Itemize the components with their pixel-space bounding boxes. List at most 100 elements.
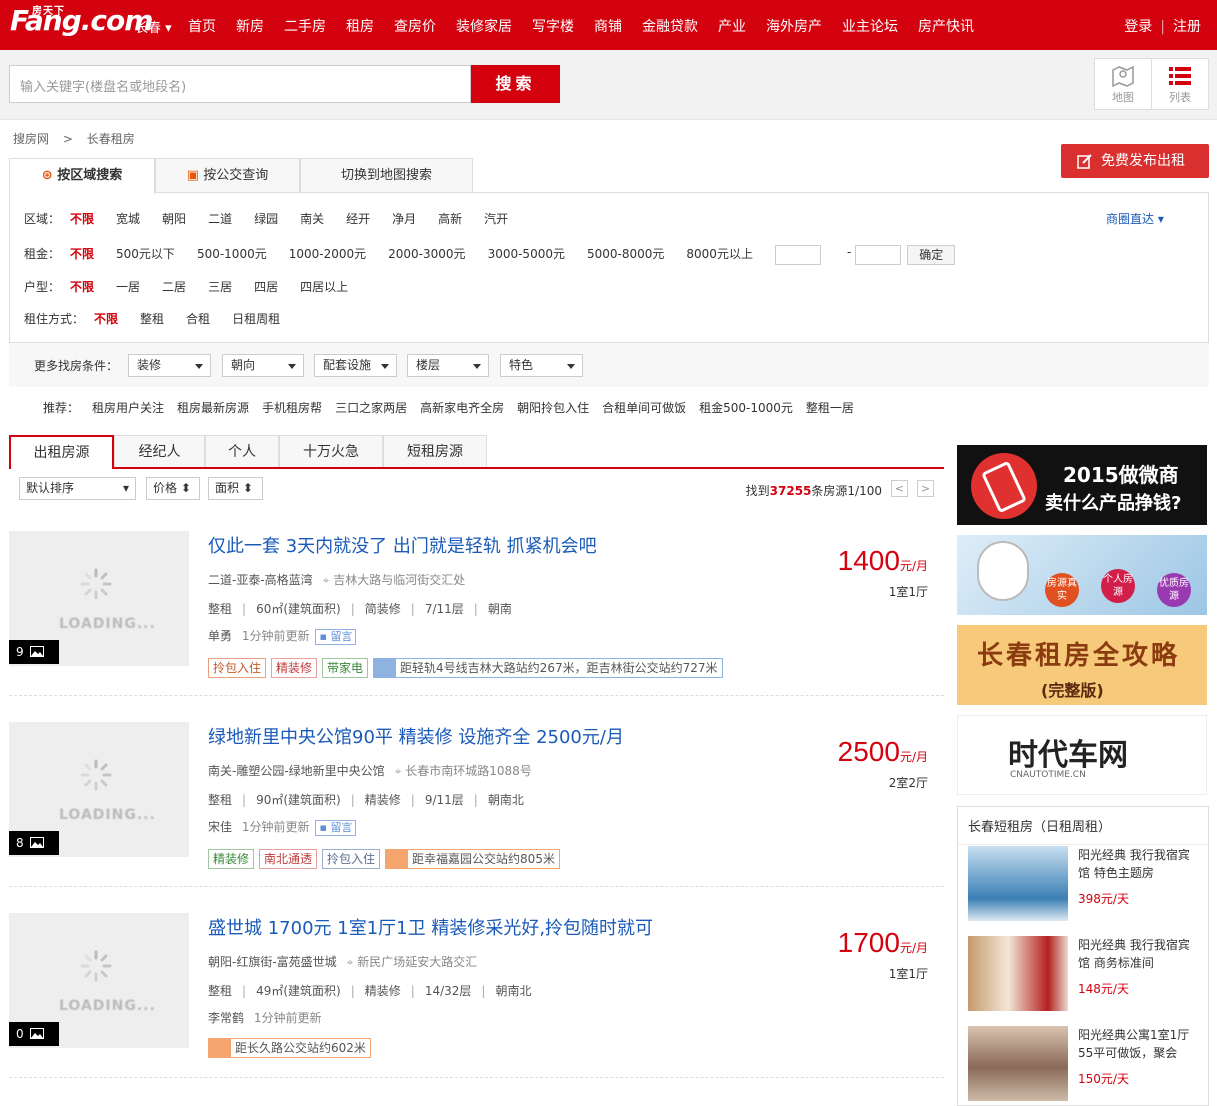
listing-title[interactable]: 仅此一套 3天内就没了 出门就是轻轨 抓紧机会吧 — [208, 532, 597, 558]
nav-item-new[interactable]: 新房 — [236, 16, 264, 36]
filter-option[interactable]: 1000-2000元 — [289, 245, 366, 265]
filter-option[interactable]: 南关 — [300, 210, 324, 227]
tab-bus-search[interactable]: ▣ 按公交查询 — [155, 158, 300, 193]
recommend-link[interactable]: 整租一居 — [806, 399, 854, 416]
short-rent-item[interactable]: 阳光经典 我行我宿宾馆 特色主题房 398元/天 — [968, 846, 1198, 926]
rent-min-input[interactable] — [774, 245, 821, 265]
district-direct-link[interactable]: 商圈直达 ▾ — [1106, 210, 1164, 227]
breadcrumb-home[interactable]: 搜房网 — [13, 132, 49, 146]
ad-banner-guide[interactable]: 长春租房全攻略 (完整版) — [957, 625, 1207, 705]
filter-option[interactable]: 不限 — [70, 210, 94, 227]
listing-photo[interactable]: LOADING... 0 — [9, 913, 189, 1048]
community-link[interactable]: 朝阳-红旗街-富苑盛世城 — [208, 955, 337, 969]
filter-option[interactable]: 二居 — [162, 278, 186, 295]
filter-option[interactable]: 高新 — [438, 210, 462, 227]
default-sort-dropdown[interactable]: 默认排序 ▾ — [19, 477, 136, 500]
area-sort-button[interactable]: 面积 ⬍ — [208, 477, 263, 500]
filter-option[interactable]: 3000-5000元 — [488, 245, 565, 265]
breadcrumb-current[interactable]: 长春租房 — [87, 132, 135, 146]
nav-item-office[interactable]: 写字楼 — [532, 16, 574, 36]
register-link[interactable]: 注册 — [1173, 19, 1201, 35]
nav-item-resale[interactable]: 二手房 — [284, 16, 326, 36]
recommend-link[interactable]: 租房用户关注 — [92, 399, 164, 416]
filter-option[interactable]: 一居 — [116, 278, 140, 295]
recommend-link[interactable]: 合租单间可做饭 — [602, 399, 686, 416]
ad-banner-wechat[interactable]: 2015做微商 卖什么产品挣钱? — [957, 445, 1207, 525]
ad-banner-listings[interactable]: 房源真实 个人房源 优质房源 — [957, 535, 1207, 615]
filter-option[interactable]: 500元以下 — [116, 245, 175, 265]
tab-personal[interactable]: 个人 — [205, 435, 279, 468]
prev-page-button[interactable]: < — [891, 480, 908, 497]
filter-option[interactable]: 不限 — [70, 245, 94, 265]
nav-item-industry[interactable]: 产业 — [718, 16, 746, 36]
search-input[interactable]: 输入关键字(楼盘名或地段名) — [9, 65, 471, 103]
feature-dropdown[interactable]: 特色 — [500, 354, 583, 377]
listing-title[interactable]: 绿地新里中央公馆90平 精装修 设施齐全 2500元/月 — [208, 723, 624, 749]
filter-option[interactable]: 500-1000元 — [197, 245, 267, 265]
filter-option[interactable]: 宽城 — [116, 210, 140, 227]
orientation-dropdown[interactable]: 朝向 — [222, 354, 304, 377]
listing-photo[interactable]: LOADING... 8 — [9, 722, 189, 857]
tab-map-search[interactable]: 切换到地图搜索 — [300, 158, 473, 193]
agent-name[interactable]: 李常鹤 — [208, 1011, 244, 1025]
nav-item-overseas[interactable]: 海外房产 — [766, 16, 822, 36]
nav-item-finance[interactable]: 金融贷款 — [642, 16, 698, 36]
nav-item-decor[interactable]: 装修家居 — [456, 16, 512, 36]
listing-title[interactable]: 盛世城 1700元 1室1厅1卫 精装修采光好,拎包随时就可 — [208, 914, 653, 940]
rent-confirm-button[interactable]: 确定 — [907, 245, 956, 265]
recommend-link[interactable]: 三口之家两居 — [335, 399, 407, 416]
filter-option[interactable]: 四居以上 — [300, 278, 348, 295]
site-logo[interactable]: Fang.com 房天下 — [10, 4, 153, 37]
ad-banner-autotime[interactable]: 时代车网 CNAUTOTIME.CN — [957, 715, 1207, 795]
nav-item-home[interactable]: 首页 — [188, 16, 216, 36]
facilities-dropdown[interactable]: 配套设施 — [314, 354, 397, 377]
recommend-link[interactable]: 租金500-1000元 — [699, 399, 793, 416]
floor-dropdown[interactable]: 楼层 — [407, 354, 489, 377]
recommend-link[interactable]: 手机租房帮 — [262, 399, 322, 416]
list-view-button[interactable]: 列表 — [1152, 59, 1208, 109]
filter-option[interactable]: 二道 — [208, 210, 232, 227]
filter-option[interactable]: 不限 — [70, 278, 94, 295]
filter-option[interactable]: 2000-3000元 — [388, 245, 465, 265]
listing-photo[interactable]: LOADING... 9 — [9, 531, 189, 666]
nav-item-rent[interactable]: 租房 — [346, 16, 374, 36]
agent-name[interactable]: 单勇 — [208, 629, 232, 643]
recommend-link[interactable]: 租房最新房源 — [177, 399, 249, 416]
city-selector[interactable]: 长春 ▾ — [135, 17, 172, 36]
filter-option[interactable]: 经开 — [346, 210, 370, 227]
recommend-link[interactable]: 高新家电齐全房 — [420, 399, 504, 416]
rent-max-input[interactable] — [855, 245, 902, 265]
search-button[interactable]: 搜索 — [471, 65, 560, 103]
filter-option[interactable]: 净月 — [392, 210, 416, 227]
nav-item-price[interactable]: 查房价 — [394, 16, 436, 36]
nav-item-news[interactable]: 房产快讯 — [918, 16, 974, 36]
price-sort-button[interactable]: 价格 ⬍ — [146, 477, 200, 500]
community-link[interactable]: 二道-亚泰-高格蓝湾 — [208, 573, 313, 587]
tab-area-search[interactable]: ⊛ 按区域搜索 — [9, 158, 155, 194]
filter-option[interactable]: 5000-8000元 — [587, 245, 664, 265]
tab-agents[interactable]: 经纪人 — [114, 435, 205, 468]
agent-name[interactable]: 宋佳 — [208, 820, 232, 834]
decoration-dropdown[interactable]: 装修 — [128, 354, 211, 377]
short-rent-item[interactable]: 阳光经典公寓1室1厅55平可做饭，聚会 150元/天 — [968, 1026, 1198, 1106]
nav-item-forum[interactable]: 业主论坛 — [842, 16, 898, 36]
recommend-link[interactable]: 朝阳拎包入住 — [517, 399, 589, 416]
filter-option[interactable]: 日租周租 — [232, 310, 280, 327]
tab-rentals[interactable]: 出租房源 — [9, 435, 114, 469]
filter-option[interactable]: 三居 — [208, 278, 232, 295]
filter-option[interactable]: 汽开 — [484, 210, 508, 227]
filter-option[interactable]: 8000元以上 — [686, 245, 753, 265]
tab-short-rent[interactable]: 短租房源 — [383, 435, 487, 468]
tab-urgent[interactable]: 十万火急 — [279, 435, 383, 468]
next-page-button[interactable]: > — [917, 480, 934, 497]
filter-option[interactable]: 合租 — [186, 310, 210, 327]
short-rent-item[interactable]: 阳光经典 我行我宿宾馆 商务标准间 148元/天 — [968, 936, 1198, 1016]
filter-option[interactable]: 不限 — [94, 310, 118, 327]
filter-option[interactable]: 绿园 — [254, 210, 278, 227]
publish-rent-button[interactable]: 免费发布出租 — [1061, 144, 1209, 178]
message-button[interactable]: ▪ 留言 — [315, 628, 357, 645]
login-link[interactable]: 登录 — [1124, 19, 1152, 35]
message-button[interactable]: ▪ 留言 — [315, 819, 357, 836]
filter-option[interactable]: 四居 — [254, 278, 278, 295]
filter-option[interactable]: 整租 — [140, 310, 164, 327]
